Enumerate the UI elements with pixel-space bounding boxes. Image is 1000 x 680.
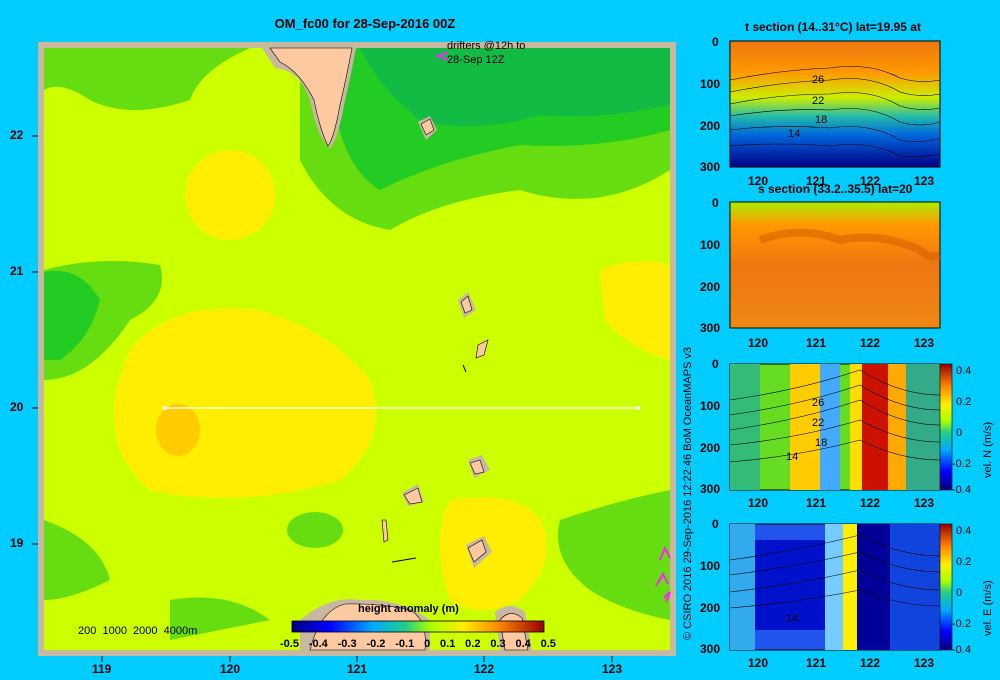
colorbar-tick: -0.2: [952, 618, 971, 630]
panel-y-tick: 300: [700, 321, 721, 335]
panel-x-tick: 120: [748, 496, 769, 510]
colorbar-tick: 0.2: [956, 556, 972, 568]
contour-label: 26: [812, 74, 825, 86]
panel-y-tick: 0: [712, 517, 719, 531]
contour-label: 14: [786, 451, 799, 463]
panel-y-tick: 100: [700, 399, 721, 413]
panel-x-tick: 123: [914, 174, 935, 188]
panel-y-tick: 200: [700, 119, 721, 133]
panel-temperature-title: t section (14..31°C) lat=19.95 at: [745, 20, 921, 34]
panel-x-tick: 123: [914, 656, 935, 670]
panel-salinity: [729, 201, 942, 329]
panel-y-tick: 0: [712, 196, 719, 210]
panel-vel-east: [729, 523, 953, 651]
colorbar-tick: 0: [956, 587, 963, 599]
contour-label: 18: [815, 114, 828, 126]
panel-y-tick: 300: [700, 482, 721, 496]
colorbar-tick: 0.4: [956, 525, 972, 537]
colorbar-tick: 0.2: [956, 396, 972, 408]
panel-x-tick: 122: [860, 336, 881, 350]
colorbar-label: vel. N (m/s): [982, 421, 994, 478]
panel-y-tick: 0: [712, 35, 719, 49]
colorbar-tick: 0.4: [956, 365, 972, 377]
panel-y-tick: 200: [700, 441, 721, 455]
panel-y-tick: 200: [700, 280, 721, 294]
panel-y-tick: 300: [700, 160, 721, 174]
panel-x-tick: 123: [914, 336, 935, 350]
contour-label: 18: [815, 437, 828, 449]
colorbar-tick: -0.2: [952, 458, 971, 470]
panel-x-tick: 122: [860, 174, 881, 188]
panel-y-tick: 300: [700, 642, 721, 656]
panel-x-tick: 121: [806, 336, 827, 350]
contour-label: 14: [788, 128, 801, 140]
panel-x-tick: 122: [860, 496, 881, 510]
panel-x-tick: 121: [806, 496, 827, 510]
panel-y-tick: 0: [712, 357, 719, 371]
panel-x-tick: 121: [806, 174, 827, 188]
colorbar-tick: 0: [956, 427, 963, 439]
panel-y-tick: 100: [700, 77, 721, 91]
panel-x-tick: 122: [860, 656, 881, 670]
panel-temperature: [729, 40, 941, 168]
contour-label: 14: [786, 613, 799, 625]
panel-x-tick: 123: [914, 496, 935, 510]
colorbar-tick: -0.4: [952, 484, 971, 496]
panel-y-tick: 100: [700, 559, 721, 573]
panel-x-tick: 121: [806, 656, 827, 670]
panel-x-tick: 120: [748, 336, 769, 350]
section-panels-canvas: [729, 40, 953, 651]
colorbar-tick: -0.4: [952, 644, 971, 656]
panel-salinity-title: s section (33.2..35.5) lat=20: [758, 182, 913, 196]
panel-y-tick: 100: [700, 238, 721, 252]
panel-vel-north: [729, 363, 953, 491]
contour-label: 26: [812, 397, 825, 409]
contour-label: 22: [812, 417, 825, 429]
colorbar-label: vel. E (m/s): [982, 580, 994, 636]
panel-x-tick: 120: [748, 174, 769, 188]
panel-y-tick: 200: [700, 601, 721, 615]
panel-x-tick: 120: [748, 656, 769, 670]
contour-label: 22: [812, 95, 825, 107]
